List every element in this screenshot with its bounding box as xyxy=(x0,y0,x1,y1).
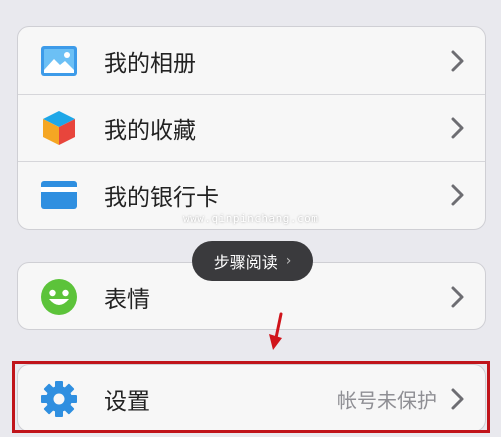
watermark-text: www.qinpinchang.com xyxy=(183,212,319,225)
step-reading-button[interactable]: 步骤阅读 › xyxy=(192,241,313,281)
photo-album-icon xyxy=(40,42,78,80)
chevron-right-icon xyxy=(451,184,464,205)
menu-item-album[interactable]: 我的相册 xyxy=(18,27,485,94)
menu-item-emoticons-label: 表情 xyxy=(104,286,150,313)
bank-card-icon xyxy=(40,176,78,214)
menu-group-top: 我的相册 我的收藏 我的银行卡 xyxy=(17,26,486,230)
chevron-right-icon: › xyxy=(285,253,292,269)
menu-item-album-label: 我的相册 xyxy=(104,50,196,77)
settings-highlight-box xyxy=(12,361,490,433)
chevron-right-icon xyxy=(451,286,464,307)
favorites-cube-icon xyxy=(40,109,78,147)
step-reading-label: 步骤阅读 xyxy=(213,253,278,272)
menu-item-favorites-label: 我的收藏 xyxy=(104,117,196,144)
chevron-right-icon xyxy=(451,117,464,138)
menu-item-favorites[interactable]: 我的收藏 xyxy=(18,94,485,161)
menu-item-bank-card-label: 我的银行卡 xyxy=(104,184,219,211)
chevron-right-icon xyxy=(451,50,464,71)
smiley-icon xyxy=(40,278,78,316)
red-arrow-annotation xyxy=(269,312,283,350)
